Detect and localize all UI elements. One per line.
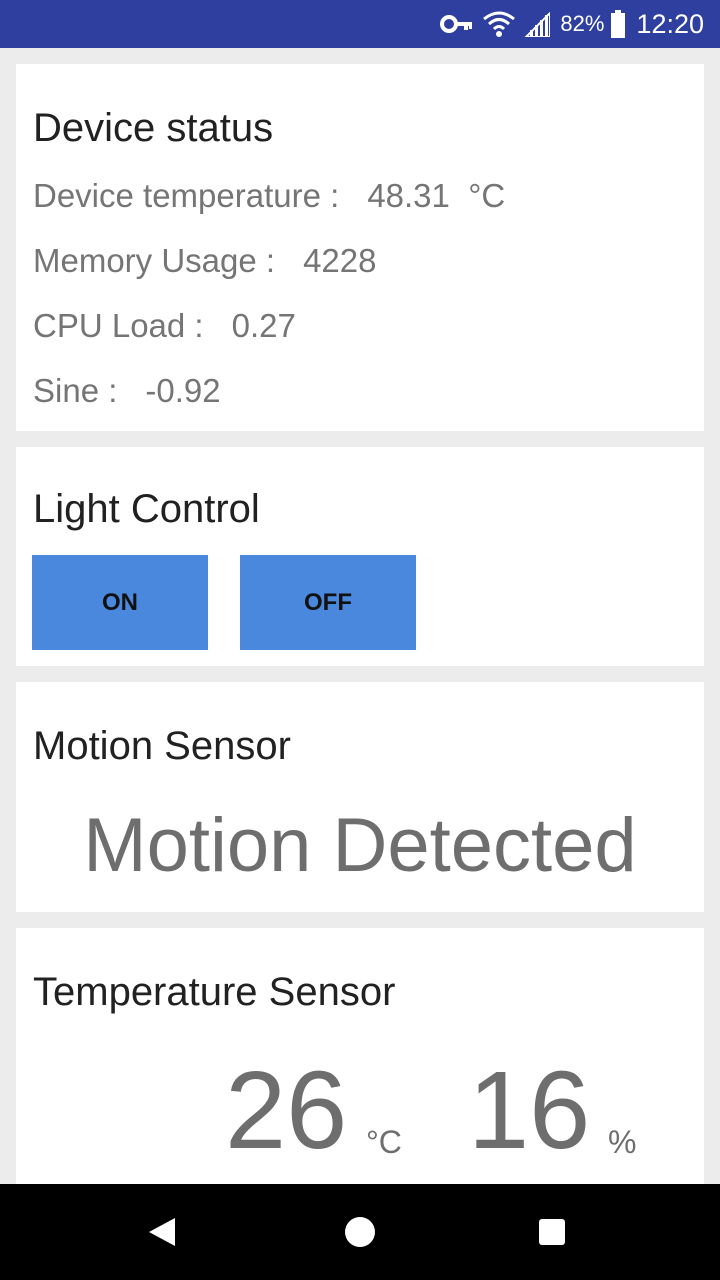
wifi-icon xyxy=(482,10,516,38)
cpu-load-row: CPU Load : 0.27 xyxy=(33,307,296,345)
temperature-sensor-title: Temperature Sensor xyxy=(33,970,396,1014)
vpn-key-icon xyxy=(440,14,474,34)
home-icon[interactable] xyxy=(330,1204,390,1260)
device-temperature-label: Device temperature : xyxy=(33,177,340,214)
humidity-unit: % xyxy=(608,1124,637,1160)
status-bar: 82% 12:20 xyxy=(0,0,720,48)
device-status-title: Device status xyxy=(33,106,274,150)
clock: 12:20 xyxy=(636,8,704,39)
device-status-card: Device status Device temperature : 48.31 … xyxy=(16,64,704,431)
cpu-load-label: CPU Load : xyxy=(33,307,204,344)
device-temperature-row: Device temperature : 48.31 °C xyxy=(33,177,505,215)
light-off-button[interactable]: OFF xyxy=(240,555,416,650)
back-icon[interactable] xyxy=(132,1204,192,1260)
light-on-button[interactable]: ON xyxy=(32,555,208,650)
sine-label: Sine : xyxy=(33,372,118,409)
device-temperature-value: 48.31 °C xyxy=(367,177,506,214)
recents-icon[interactable] xyxy=(522,1204,582,1260)
memory-usage-label: Memory Usage : xyxy=(33,242,276,279)
battery-icon xyxy=(610,10,626,38)
motion-sensor-card: Motion Sensor Motion Detected xyxy=(16,682,704,912)
navigation-bar xyxy=(0,1184,720,1280)
sine-row: Sine : -0.92 xyxy=(33,372,221,410)
motion-sensor-title: Motion Sensor xyxy=(33,724,291,768)
signal-icon xyxy=(524,11,551,37)
battery-percent: 82% xyxy=(560,11,605,36)
memory-usage-row: Memory Usage : 4228 xyxy=(33,242,377,280)
light-control-title: Light Control xyxy=(33,487,260,531)
temperature-unit: °C xyxy=(366,1124,402,1160)
temperature-sensor-card: Temperature Sensor 26 °C 16 % xyxy=(16,928,704,1184)
cpu-load-value: 0.27 xyxy=(231,307,296,344)
light-control-card: Light Control ON OFF xyxy=(16,447,704,666)
humidity-value: 16 xyxy=(468,1049,591,1172)
sine-value: -0.92 xyxy=(145,372,221,409)
temperature-value: 26 xyxy=(225,1049,348,1172)
motion-status: Motion Detected xyxy=(83,803,637,888)
memory-usage-value: 4228 xyxy=(303,242,377,279)
